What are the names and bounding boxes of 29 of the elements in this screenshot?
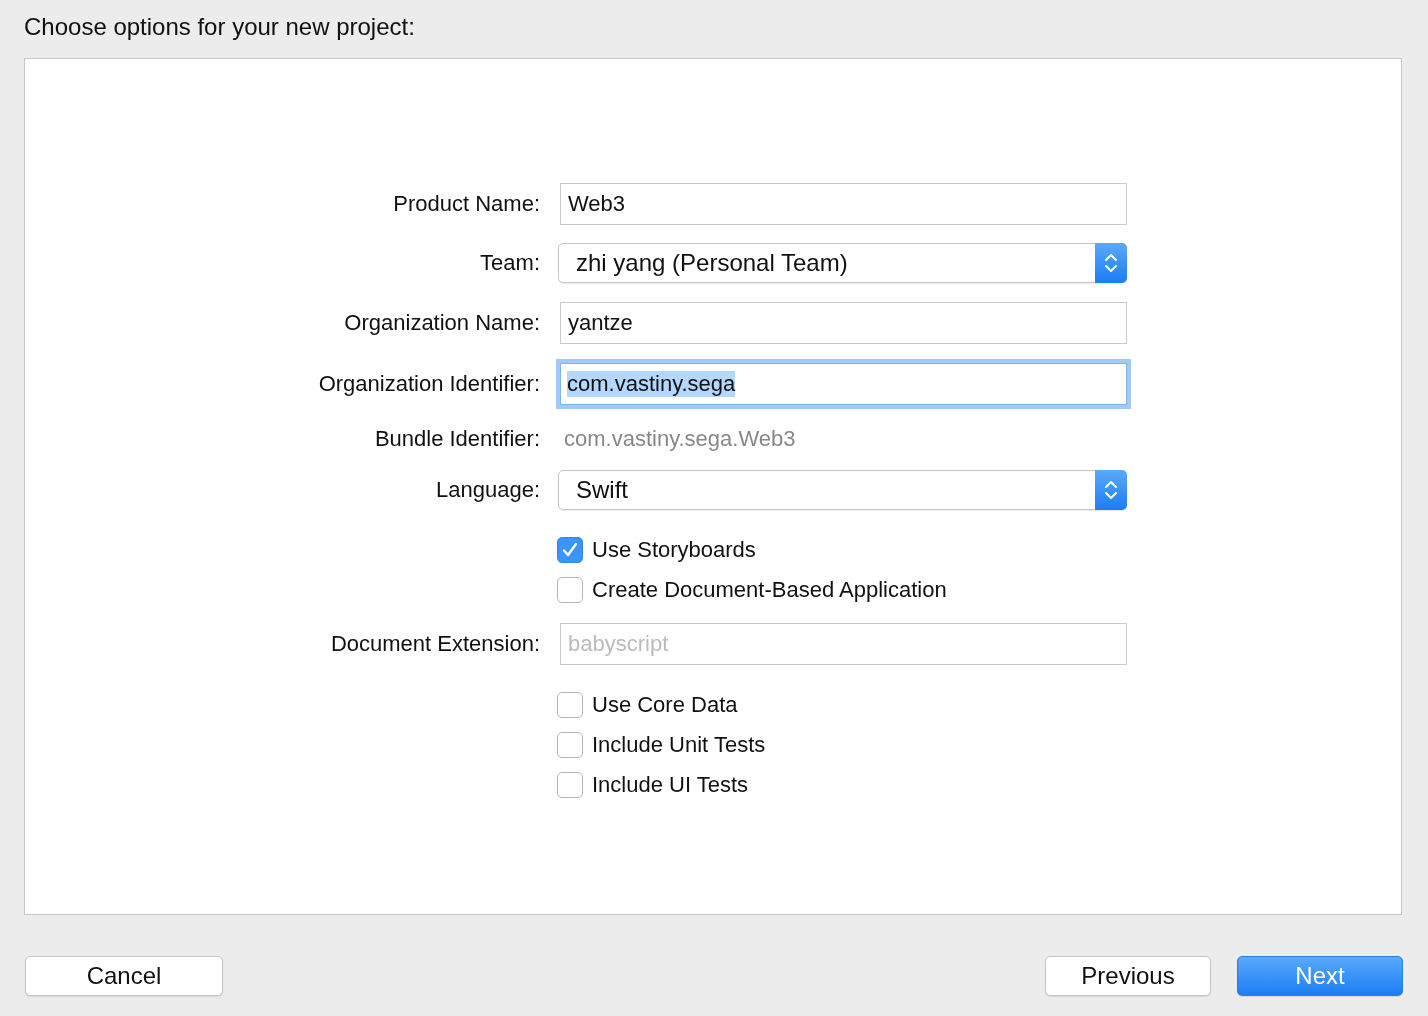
field-label: Bundle Identifier: bbox=[374, 426, 540, 452]
checkbox[interactable] bbox=[557, 692, 583, 718]
checkbox-label: Use Storyboards bbox=[592, 537, 756, 563]
bundle-identifier-text: com.vastiny.sega.Web3 bbox=[563, 426, 796, 452]
checkbox-label: Include Unit Tests bbox=[592, 732, 766, 758]
popup-button[interactable]: Swift bbox=[558, 470, 1127, 510]
stepper-icon bbox=[1095, 470, 1127, 510]
text-field[interactable]: Web3 bbox=[560, 183, 1127, 225]
checkbox-label: Use Core Data bbox=[592, 692, 738, 718]
checkmark-icon bbox=[561, 541, 579, 559]
text-field[interactable]: yantze bbox=[560, 302, 1127, 344]
field-label: Team: bbox=[480, 250, 540, 276]
checkbox[interactable] bbox=[557, 577, 583, 603]
field-label: Document Extension: bbox=[330, 631, 540, 657]
button[interactable]: Previous bbox=[1045, 956, 1211, 996]
field-label: Language: bbox=[436, 477, 540, 503]
dialog-title: Choose options for your new project: bbox=[24, 12, 415, 42]
checkbox-label: Include UI Tests bbox=[592, 772, 749, 798]
checkbox[interactable] bbox=[557, 732, 583, 758]
stepper-icon bbox=[1095, 243, 1127, 283]
checkbox[interactable] bbox=[557, 772, 583, 798]
checkbox[interactable] bbox=[557, 537, 583, 563]
checkbox-label: Create Document-Based Application bbox=[592, 577, 947, 603]
button[interactable]: Cancel bbox=[25, 956, 223, 996]
field-label: Product Name: bbox=[393, 191, 540, 217]
field-label: Organization Name: bbox=[344, 310, 540, 336]
popup-button[interactable]: zhi yang (Personal Team) bbox=[558, 243, 1127, 283]
text-field[interactable]: babyscript bbox=[560, 623, 1127, 665]
field-label: Organization Identifier: bbox=[318, 371, 540, 397]
